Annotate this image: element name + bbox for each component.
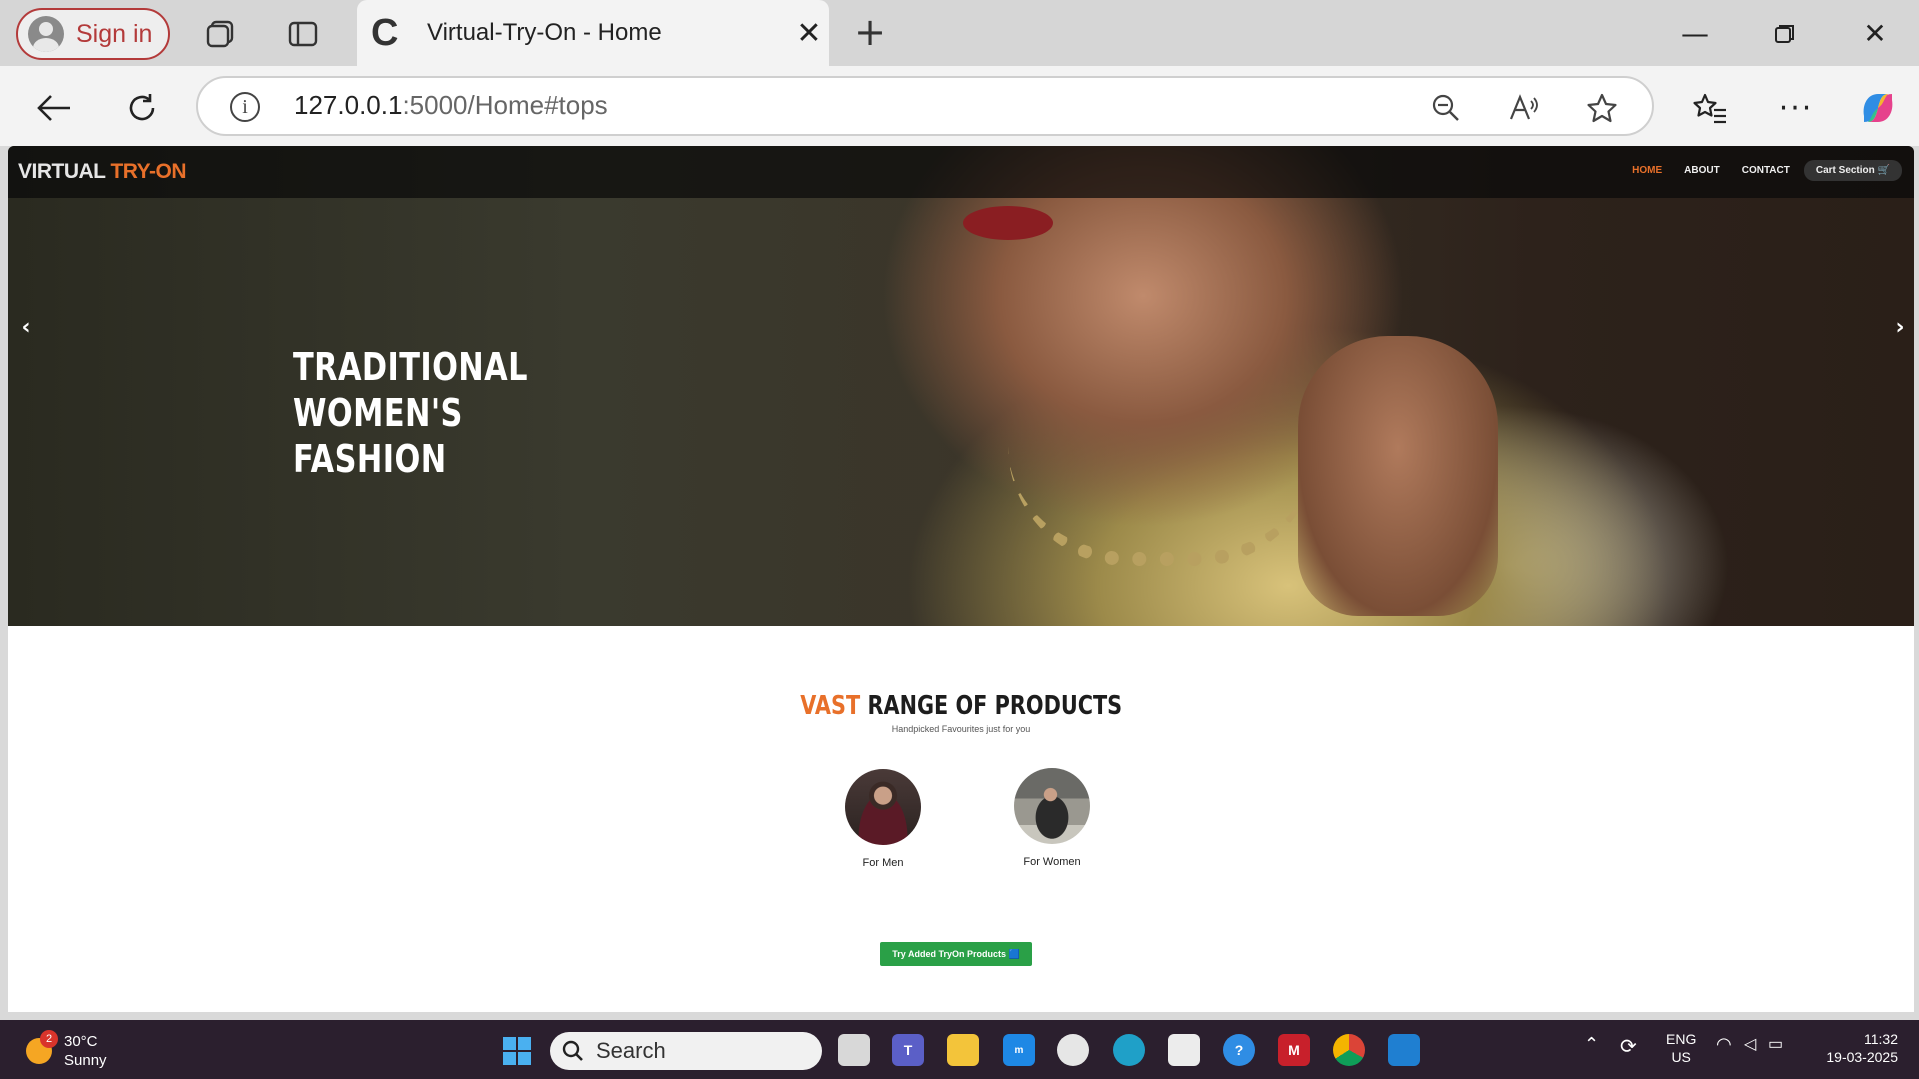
profile-avatar-icon: [28, 16, 64, 52]
more-options-icon[interactable]: ···: [1772, 84, 1820, 132]
hero-image-detail: [963, 206, 1053, 240]
brand-main: VIRTUAL: [18, 160, 106, 183]
vertical-tabs-icon[interactable]: [283, 14, 323, 54]
start-button-icon[interactable]: [503, 1037, 531, 1065]
clock-time: 11:32: [1864, 1031, 1898, 1047]
help-icon[interactable]: ?: [1223, 1034, 1255, 1066]
chrome-icon[interactable]: [1333, 1034, 1365, 1066]
language-indicator[interactable]: ENG US: [1666, 1030, 1696, 1066]
hero-image-necklace: [1008, 446, 1318, 566]
restore-icon[interactable]: [1763, 14, 1807, 54]
lang-bottom: US: [1671, 1049, 1691, 1065]
category-men-image[interactable]: [845, 769, 921, 845]
weather-badge: 2: [40, 1030, 58, 1048]
taskbar: 2 30°C Sunny Search T m ? M ⌃ ⟳ ENG US ◠…: [0, 1020, 1919, 1079]
browser-toolbar: i 127.0.0.1:5000/Home#tops ···: [0, 66, 1919, 146]
wifi-icon[interactable]: ◠: [1716, 1034, 1732, 1055]
category-men-label: For Men: [862, 857, 904, 869]
weather-condition: Sunny: [64, 1052, 107, 1069]
active-tab[interactable]: C Virtual-Try-On - Home ✕: [357, 0, 829, 66]
mcafee-icon[interactable]: M: [1278, 1034, 1310, 1066]
show-hidden-icons-icon[interactable]: ⌃: [1584, 1034, 1599, 1055]
favorite-star-icon[interactable]: [1584, 90, 1620, 126]
mylfp-app-icon[interactable]: m: [1003, 1034, 1035, 1066]
favorites-icon[interactable]: [1686, 84, 1734, 132]
search-icon: [562, 1040, 583, 1061]
section-title: VAST RANGE OF PRODUCTS: [8, 691, 1914, 721]
close-window-icon[interactable]: ✕: [1853, 14, 1897, 54]
nav-contact[interactable]: CONTACT: [1742, 165, 1790, 176]
battery-icon[interactable]: ▭: [1768, 1034, 1783, 1054]
loading-favicon-icon: C: [371, 11, 399, 54]
sign-in-button[interactable]: Sign in: [16, 8, 170, 60]
minimize-icon[interactable]: —: [1673, 14, 1717, 54]
page-viewport: VIRTUAL TRY-ON HOME ABOUT CONTACT Cart S…: [8, 146, 1914, 1012]
read-aloud-icon[interactable]: [1506, 90, 1542, 126]
category-women-image[interactable]: [1014, 768, 1090, 844]
taskbar-search[interactable]: Search: [550, 1032, 822, 1070]
lang-top: ENG: [1666, 1031, 1697, 1047]
site-header: VIRTUAL TRY-ON HOME ABOUT CONTACT Cart S…: [8, 146, 1914, 198]
brand-accent: TRY-ON: [110, 160, 187, 183]
tab-title: Virtual-Try-On - Home: [427, 19, 662, 46]
volume-icon[interactable]: ◁: [1744, 1034, 1756, 1054]
edge-browser-icon[interactable]: [1113, 1034, 1145, 1066]
workspaces-icon[interactable]: [200, 14, 240, 54]
carousel-next-icon[interactable]: ›: [1888, 316, 1912, 340]
site-info-icon[interactable]: i: [230, 92, 260, 122]
category-women[interactable]: For Women: [992, 768, 1112, 868]
close-tab-icon[interactable]: ✕: [789, 16, 829, 51]
weather-widget[interactable]: 2 30°C Sunny: [26, 1030, 107, 1070]
category-women-label: For Women: [1023, 856, 1081, 868]
carousel-prev-icon[interactable]: ‹: [14, 316, 38, 340]
reload-icon[interactable]: [118, 84, 166, 132]
clock-app-icon[interactable]: [1057, 1034, 1089, 1066]
nav-about[interactable]: ABOUT: [1684, 165, 1720, 176]
site-nav: HOME ABOUT CONTACT Cart Section 🛒: [1610, 160, 1902, 181]
new-tab-icon[interactable]: +: [850, 12, 890, 52]
section-title-rest: RANGE OF PRODUCTS: [867, 691, 1122, 721]
sign-in-label: Sign in: [76, 19, 153, 48]
copilot-icon[interactable]: [1854, 84, 1902, 132]
category-men[interactable]: For Men: [823, 769, 943, 869]
try-added-products-button[interactable]: Try Added TryOn Products 🟦: [880, 942, 1032, 966]
cart-section-button[interactable]: Cart Section 🛒: [1803, 160, 1902, 181]
back-icon[interactable]: [30, 84, 78, 132]
search-placeholder: Search: [596, 1038, 666, 1063]
url-text[interactable]: 127.0.0.1:5000/Home#tops: [294, 90, 608, 121]
hero-title: TRADITIONAL WOMEN'S FASHION: [293, 345, 528, 481]
section-subtitle: Handpicked Favourites just for you: [891, 724, 1031, 734]
sync-icon[interactable]: ⟳: [1620, 1034, 1637, 1059]
vscode-icon[interactable]: [1388, 1034, 1420, 1066]
weather-temp: 30°C: [64, 1033, 98, 1050]
url-path: :5000/Home#tops: [402, 90, 608, 120]
section-title-accent: VAST: [800, 691, 860, 721]
file-explorer-icon[interactable]: [947, 1034, 979, 1066]
clock[interactable]: 11:32 19-03-2025: [1812, 1030, 1898, 1066]
teams-icon[interactable]: T: [892, 1034, 924, 1066]
weather-sun-icon: 2: [26, 1030, 58, 1064]
site-logo[interactable]: VIRTUAL TRY-ON: [18, 160, 187, 184]
browser-tab-strip: Sign in C Virtual-Try-On - Home ✕ + — ✕: [0, 0, 1919, 66]
hero-image-hand: [1298, 336, 1498, 616]
url-host: 127.0.0.1: [294, 90, 403, 120]
clock-date: 19-03-2025: [1826, 1049, 1898, 1065]
nav-home[interactable]: HOME: [1632, 165, 1662, 176]
hero-banner: VIRTUAL TRY-ON HOME ABOUT CONTACT Cart S…: [8, 146, 1914, 626]
microsoft-store-icon[interactable]: [1168, 1034, 1200, 1066]
address-bar[interactable]: i 127.0.0.1:5000/Home#tops: [196, 76, 1654, 136]
zoom-out-icon[interactable]: [1428, 90, 1464, 126]
task-view-icon[interactable]: [838, 1034, 870, 1066]
